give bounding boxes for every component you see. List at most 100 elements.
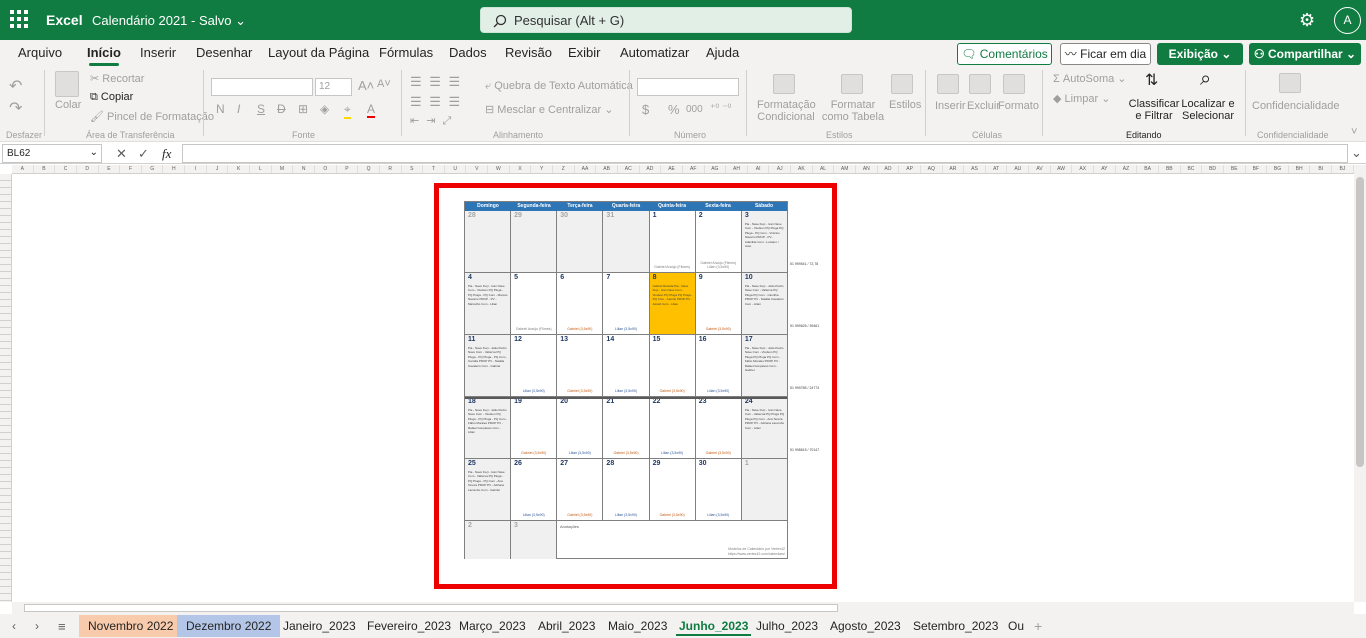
column-header[interactable]: BE — [1224, 165, 1246, 173]
gear-icon[interactable]: ⚙ — [1299, 10, 1315, 31]
calendar-day[interactable]: 24 Pia - Nave Fuçi - Ivan Nave Com - Valt… — [741, 397, 787, 458]
calendar-day[interactable]: 13 Gabriel (3,5x90) — [557, 335, 604, 396]
font-color-icon[interactable]: A — [367, 102, 376, 118]
calendar-day[interactable]: 19 Gabriel (3,5x90) — [511, 397, 558, 458]
decrease-font-icon[interactable]: A˅ — [377, 78, 391, 90]
column-header[interactable]: D — [77, 165, 99, 173]
app-launcher-icon[interactable] — [10, 10, 28, 28]
horizontal-align-icons[interactable]: ☰ ☰ ☰ — [410, 94, 462, 110]
sheet-tab[interactable]: Dezembro 2022 — [177, 615, 281, 637]
currency-button[interactable]: $ — [642, 102, 649, 117]
calendar-day[interactable]: 12 Lilian (3,5x90) — [511, 335, 558, 396]
format-table-icon[interactable] — [841, 74, 863, 94]
column-header[interactable]: Y — [531, 165, 554, 173]
column-header[interactable]: L — [250, 165, 272, 173]
view-button[interactable]: Exibição ⌄ — [1157, 43, 1243, 65]
column-header[interactable]: Q — [358, 165, 380, 173]
undo-icon[interactable]: ↶ — [9, 76, 22, 96]
avatar[interactable]: A — [1334, 7, 1361, 34]
tab-desenhar[interactable]: Desenhar — [196, 45, 252, 60]
redo-icon[interactable]: ↷ — [9, 98, 22, 118]
format-table-button[interactable]: Formatar como Tabela — [819, 99, 887, 123]
tab-inserir[interactable]: Inserir — [140, 45, 176, 60]
column-header[interactable]: O — [315, 165, 337, 173]
scroll-thumb[interactable] — [1356, 177, 1364, 467]
sheet-tab[interactable]: Fevereiro_2023 — [358, 615, 460, 637]
column-header[interactable]: BC — [1181, 165, 1203, 173]
sensitivity-icon[interactable] — [1279, 73, 1301, 93]
column-header[interactable]: AT — [986, 165, 1008, 173]
column-header[interactable]: H — [163, 165, 186, 173]
tab-inicio[interactable]: Início — [87, 45, 121, 66]
column-header[interactable]: AK — [791, 165, 813, 173]
sheet-tab[interactable]: Maio_2023 — [599, 615, 676, 637]
calendar-day[interactable]: 4 Pia - Nave Fuçi - Ivan Nave Com - Viuds… — [465, 273, 512, 334]
tab-layout[interactable]: Layout da Página — [268, 45, 369, 60]
column-header[interactable]: AW — [1051, 165, 1073, 173]
sheet-tab[interactable]: Março_2023 — [450, 615, 535, 637]
calendar-day[interactable]: 23 Gabriel (3,5x90) — [696, 397, 742, 458]
calendar-day[interactable]: 7 Lilian (3,5x90) — [603, 273, 650, 334]
column-header[interactable]: F — [120, 165, 142, 173]
column-header[interactable]: AJ — [769, 165, 792, 173]
calendar-day[interactable]: 2 Gabriel Araújo (Filmes) Lilian (3,5x90) — [696, 211, 742, 272]
conditional-format-button[interactable]: Formatação Condicional — [757, 99, 816, 123]
column-header[interactable]: AG — [705, 165, 727, 173]
column-header[interactable]: AD — [640, 165, 662, 173]
document-name[interactable]: Calendário 2021 - Salvo ⌄ — [92, 13, 246, 29]
column-header[interactable]: AV — [1029, 165, 1051, 173]
calendar-day[interactable]: 8 Gabriel Rosada Pia - Nave Fuçi - Ivan N… — [649, 273, 696, 334]
column-header[interactable]: AL — [813, 165, 835, 173]
sort-filter-button[interactable]: Classificar e Filtrar — [1128, 98, 1180, 122]
share-button[interactable]: ⚇ Compartilhar ⌄ — [1249, 43, 1361, 65]
calendar-day[interactable]: 31 — [603, 211, 650, 272]
calendar-day[interactable]: 25 Pia - Nave Fuçi - Ivan Nave Com - Valt… — [465, 459, 512, 520]
sheet-tab[interactable]: Abril_2023 — [529, 615, 604, 637]
column-header[interactable]: AB — [596, 165, 618, 173]
paste-icon[interactable] — [55, 71, 79, 97]
chevron-left-icon[interactable]: ‹ — [12, 619, 16, 633]
insert-cells-button[interactable]: Inserir — [935, 100, 966, 112]
calendar-day[interactable]: 27 Gabriel (3,5x90) — [557, 459, 604, 520]
calendar-day[interactable]: 29 Gabriel (3,5x90) — [650, 459, 696, 520]
increase-font-icon[interactable]: A˄ — [358, 78, 374, 93]
wrap-text-button[interactable]: ⤶ Quebra de Texto Automática — [485, 80, 633, 93]
vertical-scrollbar[interactable] — [1354, 165, 1366, 602]
underline-button[interactable]: S — [257, 102, 265, 116]
catch-up-button[interactable]: 〰 Ficar em dia — [1060, 43, 1151, 65]
column-header[interactable]: U — [445, 165, 467, 173]
calendar-day[interactable]: 30 — [557, 211, 604, 272]
sheet-tab[interactable]: Agosto_2023 — [821, 615, 910, 637]
column-header[interactable]: AU — [1007, 165, 1030, 173]
highlight-icon[interactable]: ⌖ — [344, 102, 351, 119]
sheet-tab[interactable]: Julho_2023 — [747, 615, 827, 637]
column-header[interactable]: A — [12, 165, 34, 173]
collapse-ribbon-icon[interactable]: ˅ — [1351, 126, 1357, 138]
thousands-button[interactable]: 000 — [686, 104, 703, 115]
percent-button[interactable]: % — [668, 102, 680, 117]
font-size-select[interactable]: 12 — [315, 78, 352, 96]
sheet-tab[interactable]: Ou — [999, 615, 1033, 637]
column-header[interactable]: AO — [878, 165, 900, 173]
column-header[interactable]: AI — [748, 165, 770, 173]
delete-cells-icon[interactable] — [969, 74, 991, 94]
column-header[interactable]: AE — [661, 165, 683, 173]
column-header[interactable]: B — [34, 165, 56, 173]
name-box[interactable]: BL62 ⌄ — [2, 144, 102, 163]
horizontal-scrollbar[interactable] — [12, 602, 1354, 614]
strike-button[interactable]: D — [277, 102, 286, 116]
calendar-day[interactable]: 21 Gabriel (3,5x90) — [603, 397, 650, 458]
column-header[interactable]: I — [185, 165, 207, 173]
column-header[interactable]: AF — [683, 165, 705, 173]
calendar-day[interactable]: 1 Gabriel Araújo (Filmes) — [650, 211, 696, 272]
decimal-icons[interactable]: ⁺⁰ ⁻⁰ — [710, 103, 731, 114]
tab-exibir[interactable]: Exibir — [568, 45, 601, 60]
cut-button[interactable]: ✂ Recortar — [90, 72, 144, 85]
column-header[interactable]: AC — [618, 165, 640, 173]
column-header[interactable]: AH — [726, 165, 748, 173]
calendar-day[interactable]: 30 Lilian (3,5x90) — [696, 459, 742, 520]
row-headers[interactable] — [0, 174, 12, 602]
sheet-tab[interactable]: Janeiro_2023 — [274, 615, 365, 637]
column-header[interactable]: AR — [943, 165, 965, 173]
comments-button[interactable]: 🗨 Comentários — [957, 43, 1052, 65]
